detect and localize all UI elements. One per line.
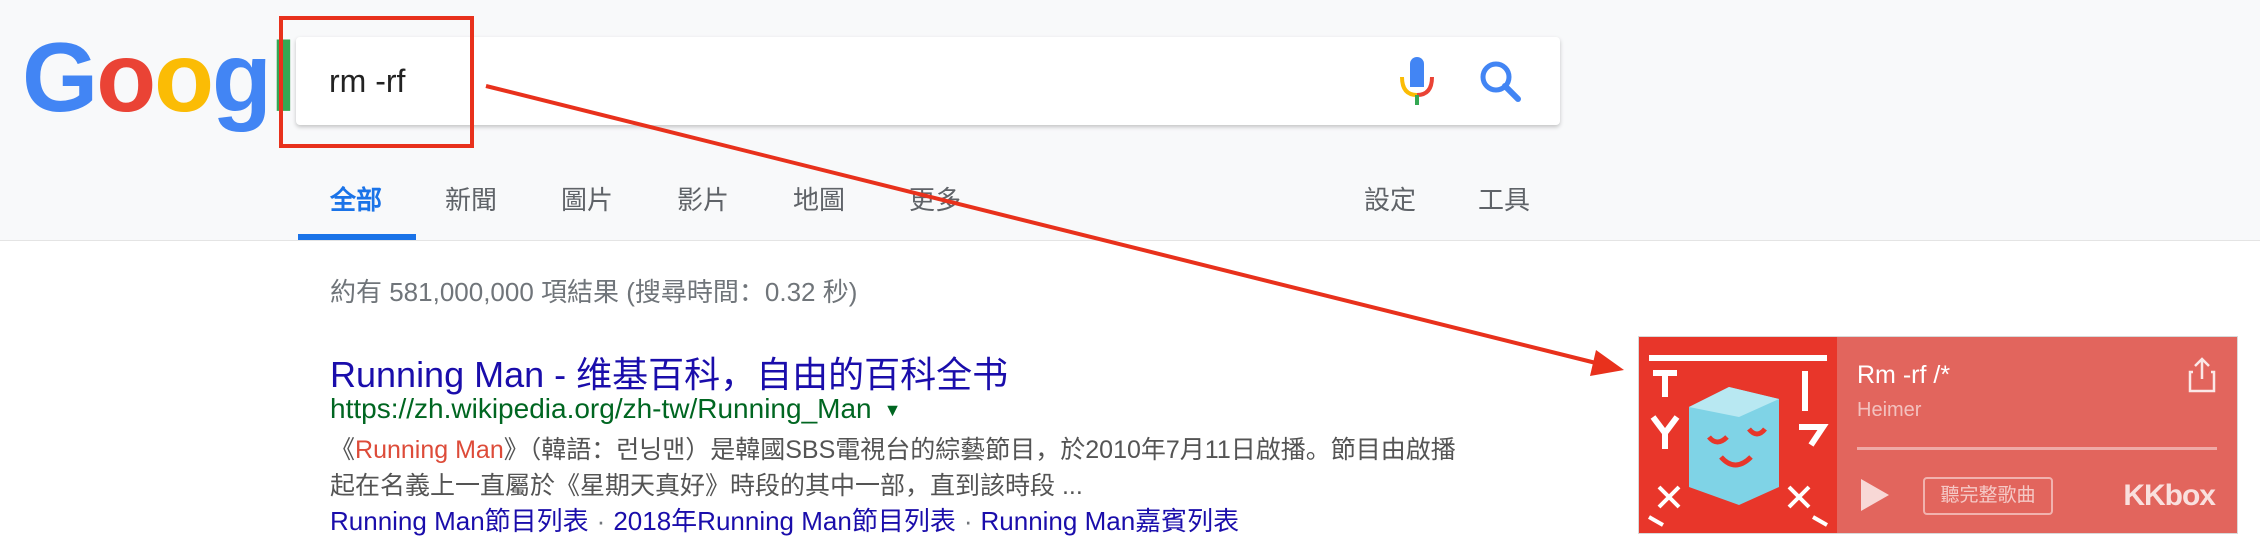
sitelink-separator: · [596, 506, 606, 536]
kkbox-info: Rm -rf /* Heimer 聽完整歌曲 KKbox [1837, 337, 2237, 533]
sitelinks: Running Man節目列表 · 2018年Running Man節目列表 · Run… [330, 501, 1239, 538]
kkbox-logo[interactable]: KKbox [2123, 479, 2216, 513]
tab-images[interactable]: 圖片 [561, 180, 613, 217]
progress-bar[interactable] [1857, 447, 2217, 450]
caret-down-icon[interactable]: ▼ [884, 400, 902, 421]
snippet-text: 》（韓語：런닝맨）是韓國SBS電視台的綜藝節目，於2010年7月11日啟播。節目… [503, 436, 1456, 464]
track-artist[interactable]: Heimer [1857, 399, 1921, 422]
logo-letter: o [96, 22, 156, 132]
share-icon[interactable] [2187, 357, 2217, 393]
logo-letter: G [22, 22, 98, 132]
active-tab-indicator [298, 234, 416, 240]
result-url-text: https://zh.wikipedia.org/zh-tw/Running_M… [330, 393, 872, 424]
listen-full-song-button[interactable]: 聽完整歌曲 [1923, 477, 2053, 515]
search-icon[interactable] [1476, 57, 1524, 105]
sitelink[interactable]: 2018年Running Man節目列表 [613, 506, 956, 536]
tab-settings[interactable]: 設定 [1364, 180, 1416, 217]
play-icon[interactable] [1857, 477, 1891, 513]
result-url: https://zh.wikipedia.org/zh-tw/Running_M… [330, 393, 901, 425]
logo-letter: g [211, 22, 272, 132]
album-art[interactable] [1639, 337, 1837, 533]
logo-letter: o [154, 22, 214, 132]
tab-tools[interactable]: 工具 [1478, 180, 1530, 217]
tab-all[interactable]: 全部 [330, 180, 382, 217]
result-snippet-line2: 起在名義上一直屬於《星期天真好》時段的其中一部，直到該時段 ... [330, 472, 1083, 500]
microphone-icon[interactable] [1394, 55, 1440, 107]
tab-news[interactable]: 新聞 [445, 180, 497, 217]
sitelink[interactable]: Running Man節目列表 [330, 506, 589, 536]
tab-videos[interactable]: 影片 [677, 180, 729, 217]
album-art-graphic [1639, 337, 1837, 533]
sitelink-separator: · [963, 506, 973, 536]
search-box[interactable]: rm -rf [296, 37, 1560, 125]
result-snippet: 《Running Man》（韓語：런닝맨）是韓國SBS電視台的綜藝節目，於201… [330, 430, 1530, 466]
track-title: Rm -rf /* [1857, 361, 1951, 389]
tab-maps[interactable]: 地圖 [793, 180, 845, 217]
snippet-text: 《 [330, 436, 356, 464]
tab-more[interactable]: 更多 [909, 180, 961, 217]
result-stats: 約有 581,000,000 項結果 (搜尋時間：0.32 秒) [330, 277, 858, 307]
result-title-link[interactable]: Running Man - 维基百科，自由的百科全书 [330, 346, 1008, 398]
kkbox-widget: Rm -rf /* Heimer 聽完整歌曲 KKbox [1638, 336, 2238, 534]
annotation-highlight-box [279, 16, 474, 148]
snippet-highlight: Running Man [355, 436, 504, 464]
sitelink[interactable]: Running Man嘉賓列表 [981, 506, 1240, 536]
